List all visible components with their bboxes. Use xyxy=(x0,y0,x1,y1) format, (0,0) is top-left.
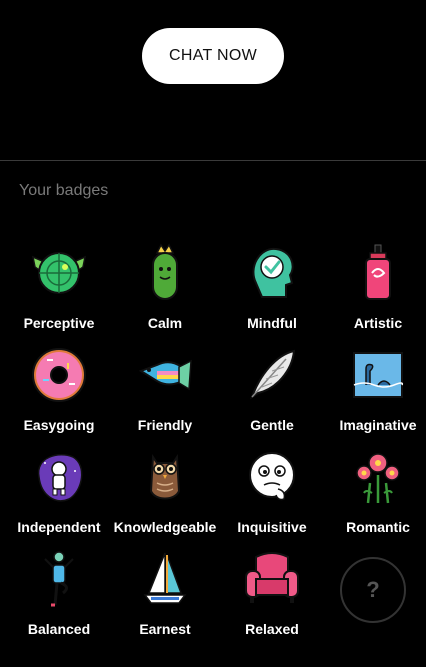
question-mark-icon: ? xyxy=(366,577,380,602)
badge-relaxed[interactable]: Relaxed xyxy=(219,549,325,649)
locked-badge[interactable]: ? xyxy=(340,557,406,623)
pickle-crown-icon xyxy=(152,243,178,300)
fish-icon xyxy=(138,359,192,391)
badge-gentle[interactable]: Gentle xyxy=(219,345,325,445)
badge-label: Balanced xyxy=(27,621,91,637)
badge-label: Independent xyxy=(17,519,101,535)
badge-label: Earnest xyxy=(139,621,191,637)
badge-easygoing[interactable]: Easygoing xyxy=(6,345,112,445)
badge-label: Knowledgeable xyxy=(113,519,217,535)
badge-perceptive[interactable]: Perceptive xyxy=(6,243,112,343)
badge-label: Friendly xyxy=(137,417,193,433)
badge-artistic[interactable]: Artistic xyxy=(325,243,426,343)
badge-label: Easygoing xyxy=(23,417,95,433)
thinking-face-icon xyxy=(249,452,295,501)
badge-romantic[interactable]: Romantic xyxy=(325,447,426,547)
badge-label: Romantic xyxy=(346,519,410,535)
donut-icon xyxy=(32,348,86,402)
badge-label: Gentle xyxy=(250,417,294,433)
badge-calm[interactable]: Calm xyxy=(112,243,218,343)
flowers-icon xyxy=(356,453,400,504)
badge-knowledgeable[interactable]: Knowledgeable xyxy=(112,447,218,547)
radar-target-icon xyxy=(31,252,87,294)
badge-label: Artistic xyxy=(353,315,403,331)
badge-imaginative[interactable]: Imaginative xyxy=(325,345,426,445)
badge-label: Inquisitive xyxy=(237,519,307,535)
badge-friendly[interactable]: Friendly xyxy=(112,345,218,445)
armchair-icon xyxy=(245,552,299,603)
section-title: Your badges xyxy=(19,182,109,199)
feather-icon xyxy=(250,349,296,400)
badge-label: Imaginative xyxy=(339,417,417,433)
spray-can-icon xyxy=(365,244,391,300)
owl-icon xyxy=(149,453,181,500)
sailboat-icon xyxy=(143,552,187,604)
loch-ness-icon xyxy=(353,352,404,398)
chat-now-button[interactable]: CHAT NOW xyxy=(142,28,284,84)
yoga-pose-icon xyxy=(44,551,74,607)
badge-label: Relaxed xyxy=(245,621,299,637)
badge-label: Mindful xyxy=(247,315,297,331)
badge-earnest[interactable]: Earnest xyxy=(112,549,218,649)
head-check-icon xyxy=(252,247,294,298)
badge-inquisitive[interactable]: Inquisitive xyxy=(219,447,325,547)
badge-label: Calm xyxy=(147,315,183,331)
badge-balanced[interactable]: Balanced xyxy=(6,549,112,649)
badge-label: Perceptive xyxy=(23,315,95,331)
badge-mindful[interactable]: Mindful xyxy=(219,243,325,343)
badge-independent[interactable]: Independent xyxy=(6,447,112,547)
astronaut-icon xyxy=(37,454,83,502)
divider xyxy=(0,160,426,161)
